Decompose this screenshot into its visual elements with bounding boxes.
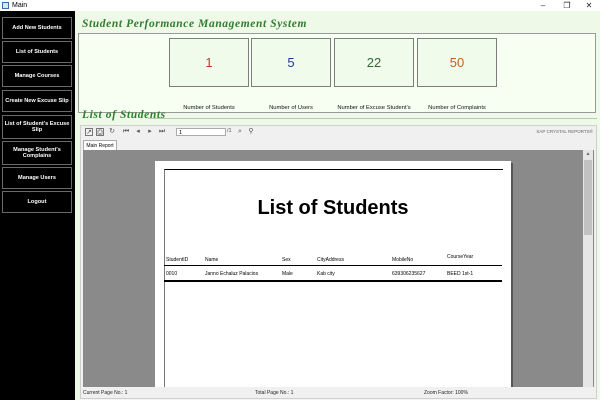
app-title: Student Performance Management System [82, 18, 308, 30]
complaints-count: 50 [449, 55, 465, 70]
cell-city-address: Kab city [317, 271, 335, 277]
cell-name: Janno Echaluz Palacios [205, 271, 259, 277]
page-count: /1 [227, 128, 232, 134]
add-new-students-button[interactable]: Add New Students [2, 17, 72, 39]
close-button[interactable]: ✕ [578, 0, 600, 11]
vertical-scrollbar[interactable]: ▲ [583, 150, 593, 387]
col-city-address: CityAddress [317, 257, 344, 263]
app-icon [2, 2, 9, 9]
window-titlebar: Main – ❐ ✕ [0, 0, 600, 11]
cell-mobile-no: 639306235627 [392, 271, 426, 277]
students-count-label: Number of Students [183, 105, 235, 111]
sidebar: Add New Students List of Students Manage… [0, 11, 75, 400]
col-course-year: CourseYear [447, 254, 474, 260]
scroll-up-icon[interactable]: ▲ [583, 150, 593, 158]
cell-course-year: BEED 1st-1 [447, 271, 474, 277]
col-student-id: StudentID [166, 257, 189, 263]
binoculars-icon[interactable]: ⌕ [236, 128, 244, 136]
page-number-input[interactable]: 1 [176, 128, 226, 136]
manage-complains-button[interactable]: Manage Student's Complains [2, 141, 72, 165]
viewer-statusbar: Current Page No.: 1 Total Page No.: 1 Zo… [81, 388, 596, 398]
col-name: Name [205, 257, 219, 263]
section-divider [148, 118, 597, 119]
current-page-status: Current Page No.: 1 [83, 390, 128, 396]
excuse-count-label: Number of Excuse Student's [337, 105, 411, 111]
main-panel: Student Performance Management System 1 … [75, 11, 600, 400]
report-viewer: ↗ ⎙ ↻ ⏮ ◂ ▸ ⏭ 1 /1 ⌕ ⚲ SAP CRYSTAL REPOR… [80, 125, 597, 399]
total-page-status: Total Page No.: 1 [255, 390, 294, 396]
list-section-title: List of Students [82, 109, 166, 121]
header-rule [164, 265, 502, 266]
users-count-label: Number of Users [269, 105, 313, 111]
export-icon[interactable]: ↗ [85, 128, 93, 136]
complaints-count-card: 50 [417, 38, 497, 87]
create-excuse-slip-button[interactable]: Create New Excuse Slip [2, 90, 72, 112]
excuse-count-card: 22 [334, 38, 414, 87]
minimize-button[interactable]: – [532, 0, 554, 11]
maximize-button[interactable]: ❐ [556, 0, 578, 11]
list-of-students-button[interactable]: List of Students [2, 41, 72, 63]
first-page-icon[interactable]: ⏮ [122, 128, 130, 136]
viewer-toolbar: ↗ ⎙ ↻ ⏮ ◂ ▸ ⏭ 1 /1 ⌕ ⚲ SAP CRYSTAL REPOR… [81, 126, 596, 139]
cell-sex: Male [282, 271, 293, 277]
report-title: List of Students [257, 197, 409, 219]
zoom-status: Zoom Factor: 100% [424, 390, 468, 396]
students-count: 1 [205, 55, 213, 70]
report-canvas: List of Students StudentID Name Sex City… [83, 150, 594, 387]
window-title: Main [12, 2, 28, 9]
row-rule [164, 280, 502, 282]
manage-courses-button[interactable]: Manage Courses [2, 65, 72, 87]
logout-button[interactable]: Logout [2, 191, 72, 213]
next-page-icon[interactable]: ▸ [146, 128, 154, 136]
sap-brand-label: SAP CRYSTAL REPORTS® [536, 129, 593, 134]
print-icon[interactable]: ⎙ [96, 128, 104, 136]
refresh-icon[interactable]: ↻ [108, 128, 116, 136]
col-sex: Sex [282, 257, 291, 263]
col-mobile-no: MobileNo [392, 257, 414, 263]
users-count: 5 [287, 55, 295, 70]
complaints-count-label: Number of Complaints [428, 105, 486, 111]
students-count-card: 1 [169, 38, 249, 87]
list-excuse-slip-button[interactable]: List of Student's Excuse Slip [2, 115, 72, 139]
users-count-card: 5 [251, 38, 331, 87]
scroll-thumb[interactable] [584, 160, 592, 235]
excuse-count: 22 [366, 55, 382, 70]
report-page: List of Students StudentID Name Sex City… [155, 161, 511, 387]
tab-main-report[interactable]: Main Report [83, 140, 117, 150]
cell-student-id: 0010 [166, 271, 178, 277]
last-page-icon[interactable]: ⏭ [158, 128, 166, 136]
stats-panel: 1 5 22 50 Number of Students Number of U… [78, 33, 596, 113]
prev-page-icon[interactable]: ◂ [134, 128, 142, 136]
zoom-icon[interactable]: ⚲ [247, 128, 255, 136]
manage-users-button[interactable]: Manage Users [2, 167, 72, 189]
